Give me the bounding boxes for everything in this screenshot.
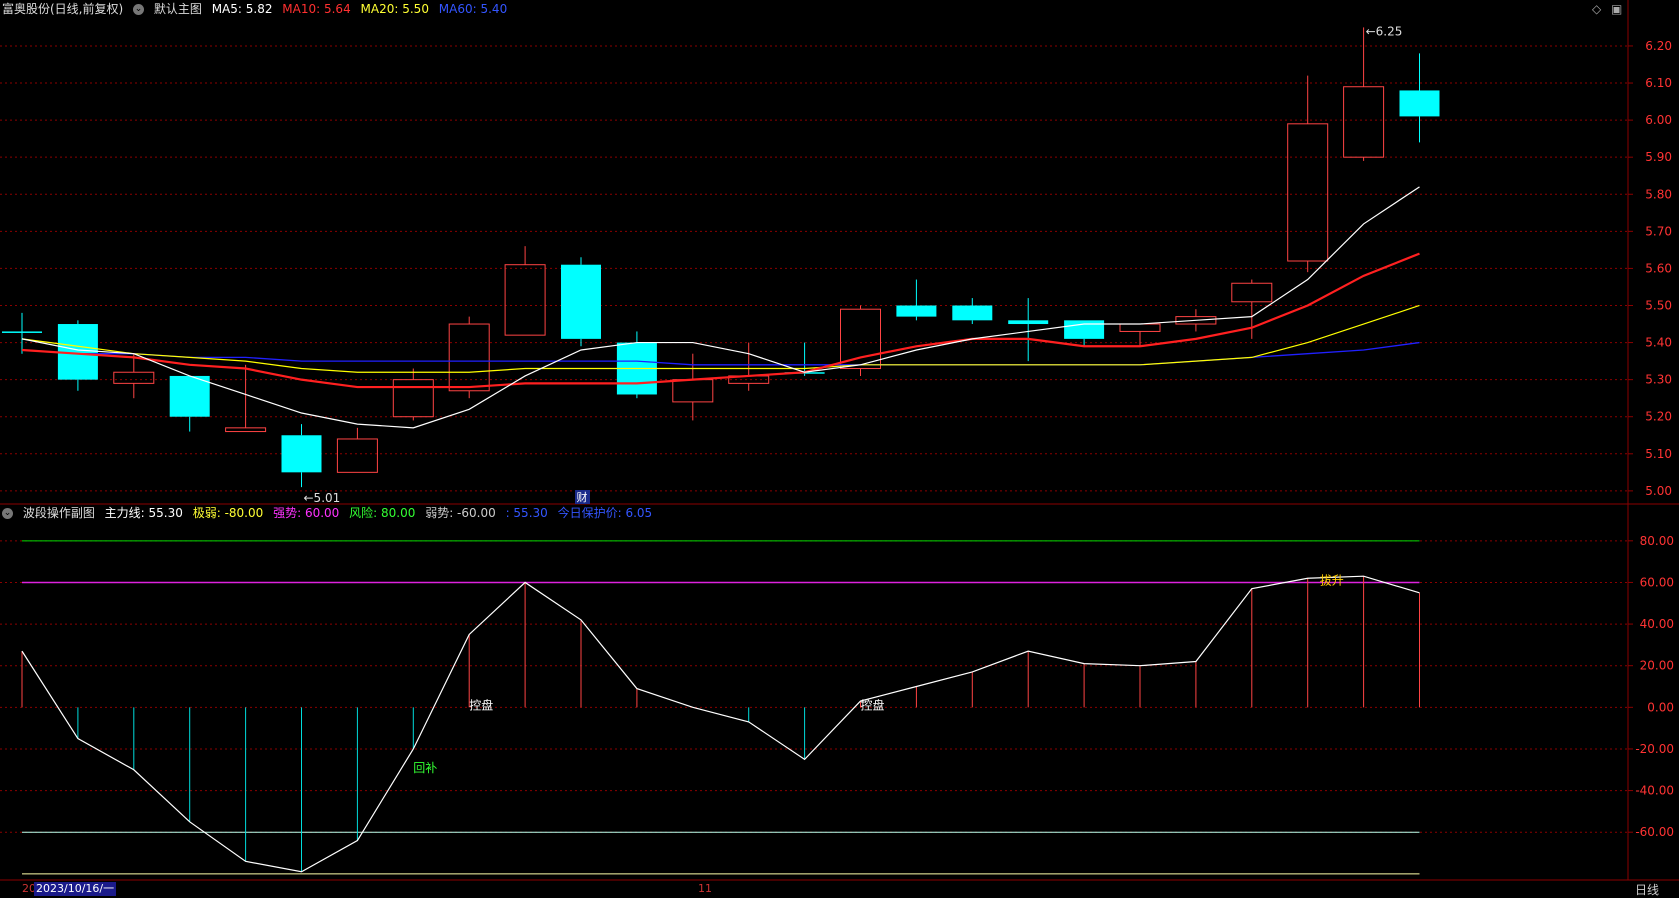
strong-value: 强势: 60.00 [273, 506, 340, 520]
candle-body [336, 438, 378, 473]
price-tick-label: 5.00 [1645, 484, 1672, 498]
indicator-tick-label: 80.00 [1640, 534, 1674, 548]
candle-body [113, 371, 155, 384]
indicator-tick-label: 0.00 [1647, 700, 1674, 714]
candle-body [896, 305, 937, 317]
stock-name[interactable]: 富奥股份(日线,前复权) [2, 2, 123, 16]
candle-body [1343, 86, 1385, 158]
ma10-line [21, 252, 1420, 389]
indicator-tick-label: 60.00 [1640, 575, 1674, 589]
price-tick-label: 6.10 [1645, 76, 1672, 90]
risk-value: 风险: 80.00 [349, 506, 416, 520]
price-tick-label: 6.20 [1645, 39, 1672, 53]
candle-body [169, 375, 210, 417]
price-tick-label: 5.20 [1645, 410, 1672, 424]
ma60-line [21, 341, 1420, 366]
candle-body [561, 264, 601, 339]
candle-body [1399, 90, 1440, 117]
month-tick-label: 11 [698, 882, 712, 895]
main-line-value: 主力线: 55.30 [104, 506, 183, 520]
panel-toggle-icon[interactable]: ▣ [1611, 2, 1622, 16]
signal-label-kongpan: 控盘 [469, 697, 493, 712]
ma5-line [21, 186, 1420, 429]
price-tick-label: 5.60 [1645, 261, 1672, 275]
ma20-line [21, 304, 1420, 373]
ma5-value: MA5: 5.82 [211, 2, 273, 16]
price-tick-label: 6.00 [1645, 113, 1672, 127]
candle-body [281, 435, 322, 473]
sub-chart-name[interactable]: 波段操作副图 [23, 506, 95, 520]
chart-name[interactable]: 默认主图 [154, 2, 202, 16]
diamond-icon[interactable]: ◇ [1592, 2, 1601, 16]
price-tick-label: 5.50 [1645, 298, 1672, 312]
price-tick-label: 5.40 [1645, 336, 1672, 350]
signal-label-huibu: 回补 [413, 761, 437, 775]
candle-body [2, 331, 42, 333]
candle-body [1231, 282, 1273, 303]
price-tick-label: 5.30 [1645, 373, 1672, 387]
signal-label-kongpan: 控盘 [860, 697, 884, 712]
line-value: : 55.30 [505, 506, 548, 520]
candle-body [225, 427, 267, 433]
period-button[interactable]: 日线 [1635, 881, 1659, 898]
candle-body [504, 264, 546, 336]
chevron-down-icon[interactable]: ⌄ [133, 4, 145, 15]
main-chart-header: 富奥股份(日线,前复权) ⌄ 默认主图 MA5: 5.82 MA10: 5.64… [2, 0, 513, 18]
high-price-label: ←6.25 [1366, 24, 1403, 38]
weak-value: 弱势: -60.00 [425, 506, 496, 520]
ma10-value: MA10: 5.64 [282, 2, 351, 16]
price-tick-label: 5.90 [1645, 150, 1672, 164]
indicator-tick-label: -60.00 [1635, 825, 1674, 839]
candle-body [1008, 320, 1049, 325]
extreme-weak-value: 极弱: -80.00 [192, 506, 264, 520]
ma20-value: MA20: 5.50 [360, 2, 429, 16]
sub-chart-header: ⌄ 波段操作副图 主力线: 55.30 极弱: -80.00 强势: 60.00… [2, 504, 658, 522]
indicator-tick-label: 40.00 [1640, 617, 1674, 631]
candle-body [392, 379, 434, 418]
protect-price-value: 今日保护价: 6.05 [557, 506, 653, 520]
price-tick-label: 5.10 [1645, 447, 1672, 461]
price-tick-label: 5.70 [1645, 224, 1672, 238]
candle-body [1287, 123, 1329, 262]
candle-body [1064, 320, 1105, 339]
candle-body [840, 308, 881, 370]
indicator-tick-label: -40.00 [1635, 784, 1674, 798]
chart-canvas[interactable]: 6.20 6.10 6.00 5.90 5.80 5.70 5.60 5.50 5.40 5.30… [0, 0, 1679, 897]
signal-label-lasheng: 拔升 [1320, 572, 1344, 587]
ma60-value: MA60: 5.40 [438, 2, 508, 16]
finance-label: 财 [577, 490, 588, 504]
price-tick-label: 5.80 [1645, 187, 1672, 201]
date-cursor-label: 2023/10/16/一 [34, 882, 117, 896]
candle-body [952, 305, 993, 321]
indicator-tick-label: -20.00 [1635, 742, 1674, 756]
candle-body [1119, 323, 1161, 332]
candle-body [672, 379, 714, 403]
candle-body [448, 323, 490, 392]
indicator-tick-label: 20.00 [1640, 659, 1674, 673]
main-force-line [21, 575, 1420, 873]
chevron-down-icon[interactable]: ⌄ [2, 508, 13, 519]
